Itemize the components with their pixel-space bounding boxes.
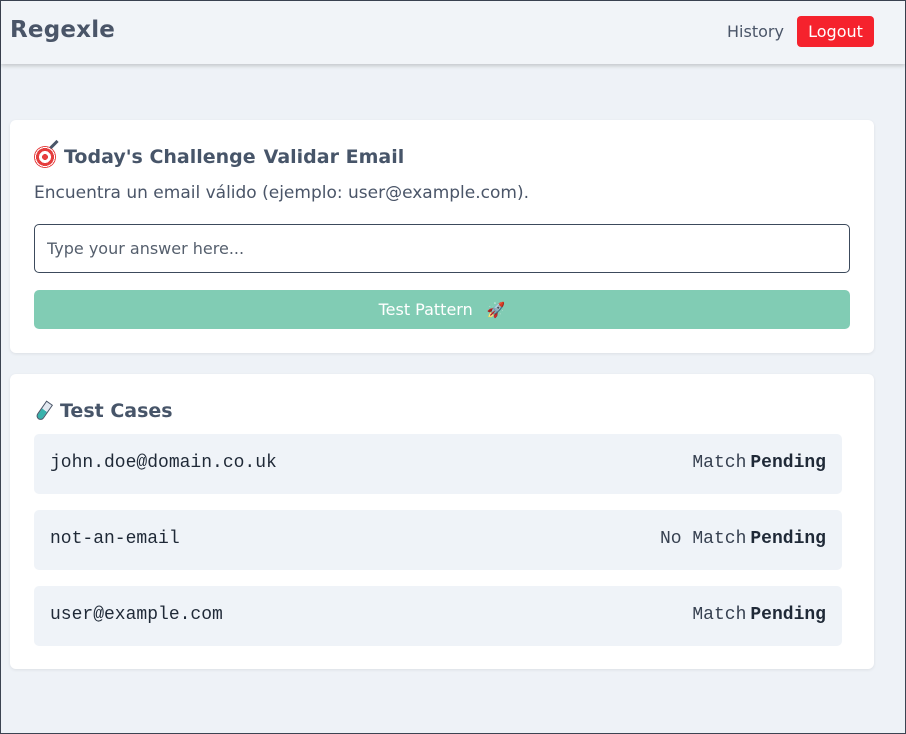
test-case-row: not-an-email No Match Pending bbox=[34, 510, 842, 570]
challenge-card: Today's Challenge Validar Email Encuentr… bbox=[10, 120, 874, 353]
test-pattern-label: Test Pattern bbox=[378, 300, 473, 319]
result-label: Pending bbox=[750, 453, 826, 473]
test-cases-heading-label: Test Cases bbox=[60, 400, 173, 422]
test-case-status: Match Pending bbox=[692, 453, 826, 473]
answer-input[interactable] bbox=[34, 224, 850, 273]
test-case-row: john.doe@domain.co.uk Match Pending bbox=[34, 434, 842, 494]
target-icon bbox=[34, 146, 56, 168]
expected-label: Match bbox=[692, 605, 747, 625]
test-case-text: john.doe@domain.co.uk bbox=[50, 453, 277, 473]
test-case-row: user@example.com Match Pending bbox=[34, 586, 842, 646]
logout-button[interactable]: Logout bbox=[797, 16, 874, 47]
test-case-status: Match Pending bbox=[692, 605, 826, 625]
result-label: Pending bbox=[750, 529, 826, 549]
challenge-name: Validar Email bbox=[263, 146, 405, 168]
challenge-heading-label: Today's Challenge bbox=[64, 146, 256, 168]
rocket-icon: 🚀 bbox=[486, 301, 506, 319]
result-label: Pending bbox=[750, 605, 826, 625]
expected-label: No Match bbox=[659, 529, 747, 549]
test-case-text: not-an-email bbox=[50, 529, 180, 549]
brand-logo[interactable]: Regexle bbox=[10, 17, 115, 43]
expected-label: Match bbox=[692, 453, 747, 473]
top-navbar: Regexle History Logout bbox=[1, 1, 905, 64]
test-pattern-button[interactable]: Test Pattern 🚀 bbox=[34, 290, 850, 329]
challenge-description: Encuentra un email válido (ejemplo: user… bbox=[34, 183, 529, 203]
test-case-text: user@example.com bbox=[50, 605, 223, 625]
history-link[interactable]: History bbox=[727, 22, 784, 41]
test-tube-icon bbox=[34, 400, 54, 422]
test-cases-heading: Test Cases bbox=[34, 400, 173, 422]
challenge-heading: Today's Challenge Validar Email bbox=[34, 146, 404, 168]
test-case-status: No Match Pending bbox=[660, 529, 826, 549]
test-cases-card: Test Cases john.doe@domain.co.uk Match Pe… bbox=[10, 374, 874, 669]
